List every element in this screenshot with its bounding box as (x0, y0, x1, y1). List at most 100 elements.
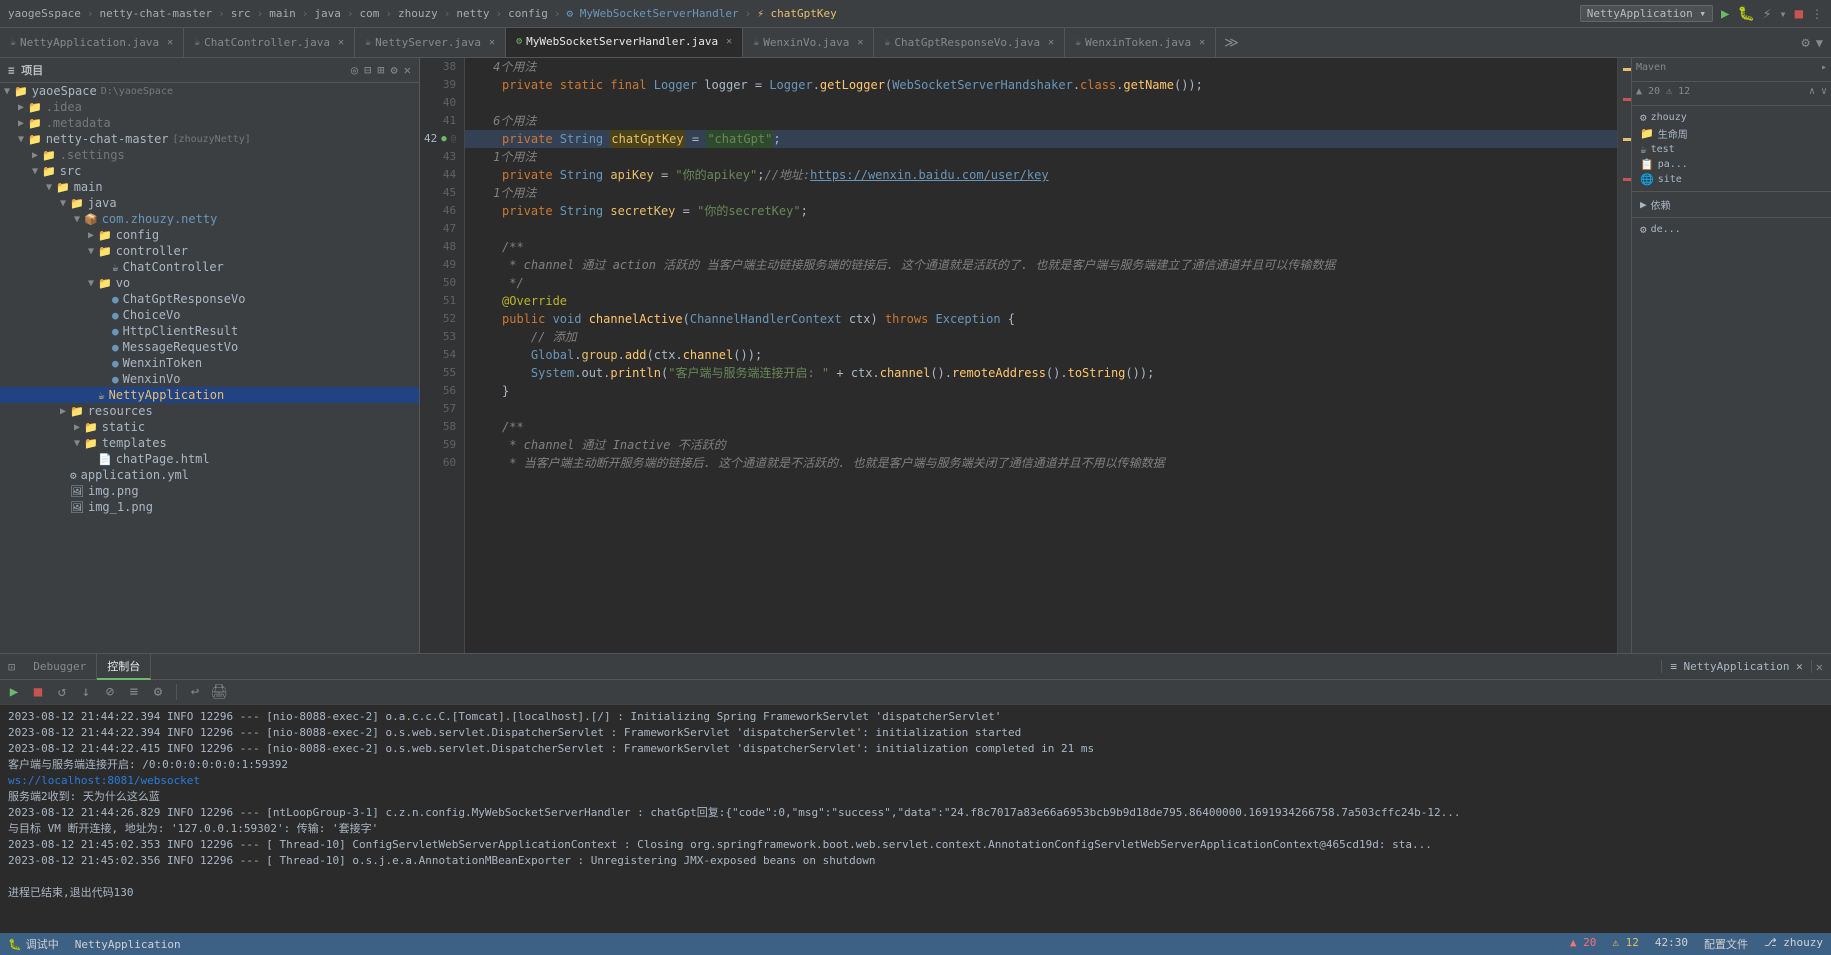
tree-item-static[interactable]: ▶ 📁 static (0, 419, 419, 435)
tab-close-wenxintoken[interactable]: ✕ (1199, 37, 1205, 48)
close-bottom-panel[interactable]: ✕ (1816, 660, 1823, 674)
tree-item-package[interactable]: ▼ 📦 com.zhouzy.netty (0, 211, 419, 227)
right-item-gear[interactable]: ⚙ de... (1636, 222, 1827, 237)
right-item-test[interactable]: ☕ test (1636, 142, 1827, 157)
right-item-yilai[interactable]: ▶ 依赖 (1636, 196, 1827, 213)
right-item-site[interactable]: 🌐 site (1636, 172, 1827, 187)
tab-close-chatgptvo[interactable]: ✕ (1048, 37, 1054, 48)
locate-file-icon[interactable]: ◎ (351, 63, 358, 77)
right-item-pa[interactable]: 📋 pa... (1636, 157, 1827, 172)
scroll-end-btn[interactable]: ↓ (76, 682, 96, 702)
softrap-btn[interactable]: ↩ (185, 682, 205, 702)
tab-close-nettyapplication[interactable]: ✕ (167, 37, 173, 48)
tree-item-chatpage[interactable]: 📄 chatPage.html (0, 451, 419, 467)
tree-item-controller[interactable]: ▼ 📁 controller (0, 243, 419, 259)
java-icon-6: ☕ (884, 37, 890, 48)
tree-item-settings[interactable]: ▶ 📁 .settings (0, 147, 419, 163)
tree-item-appyml[interactable]: ⚙ application.yml (0, 467, 419, 483)
tree-item-vo[interactable]: ▼ 📁 vo (0, 275, 419, 291)
tree-item-netty-master[interactable]: ▼ 📁 netty-chat-master [zhouzyNetty] (0, 131, 419, 147)
print-btn[interactable]: 🖨 (209, 682, 229, 702)
breadcrumb-yaoespace[interactable]: yaogeSspace (8, 7, 81, 20)
tree-item-resources[interactable]: ▶ 📁 resources (0, 403, 419, 419)
breadcrumb-netty[interactable]: netty-chat-master (99, 7, 212, 20)
tab-nettyapplication[interactable]: ☕ NettyApplication.java ✕ (0, 28, 184, 58)
tab-more-button[interactable]: ≫ (1216, 35, 1247, 51)
bottom-tab-console[interactable]: 控制台 (97, 654, 151, 680)
session-tab[interactable]: ≡ NettyApplication ✕ (1661, 660, 1811, 673)
run-button[interactable]: ▶ (1721, 6, 1729, 22)
stop-button[interactable]: ■ (1795, 6, 1803, 22)
warn-count[interactable]: ⚠ 12 (1612, 936, 1639, 952)
breadcrumb-key[interactable]: ⚡ chatGptKey (757, 7, 836, 20)
breadcrumb-handler[interactable]: ⚙ MyWebSocketServerHandler (566, 7, 738, 20)
branch[interactable]: ⎇ zhouzy (1764, 936, 1823, 952)
breadcrumb-netty2[interactable]: netty (456, 7, 489, 20)
tree-item-idea[interactable]: ▶ 📁 .idea (0, 99, 419, 115)
tree-item-java[interactable]: ▼ 📁 java (0, 195, 419, 211)
console-icon[interactable]: ⊡ (8, 660, 15, 674)
tab-close-nettyserver[interactable]: ✕ (489, 37, 495, 48)
code-content[interactable]: 4个用法 private static final Logger logger … (465, 58, 1617, 653)
editor-settings-button[interactable]: ⚙ (1801, 35, 1809, 51)
tab-chatgptresponsevo[interactable]: ☕ ChatGptResponseVo.java ✕ (874, 28, 1065, 58)
breadcrumb-src[interactable]: src (231, 7, 251, 20)
settings-tool-btn[interactable]: ⚙ (148, 682, 168, 702)
tab-chatcontroller[interactable]: ☕ ChatController.java ✕ (184, 28, 355, 58)
close-sidebar-icon[interactable]: ✕ (404, 63, 411, 77)
debug-button[interactable]: 🐛 (1737, 6, 1754, 22)
bottom-tab-debugger[interactable]: Debugger (23, 654, 97, 680)
tree-item-yaoespace[interactable]: ▼ 📁 yaoeSpace D:\yaoeSpace (0, 83, 419, 99)
breadcrumb-config[interactable]: config (508, 7, 548, 20)
tab-label-5: WenxinVo.java (763, 36, 849, 49)
tab-wenxinvo[interactable]: ☕ WenxinVo.java ✕ (743, 28, 874, 58)
breadcrumb-zhouzy[interactable]: zhouzy (398, 7, 438, 20)
expand-all-icon[interactable]: ⊞ (377, 63, 384, 77)
tab-mywebsockethandler[interactable]: ⚙ MyWebSocketServerHandler.java ✕ (506, 28, 743, 58)
tree-item-httpclientresult[interactable]: ● HttpClientResult (0, 323, 419, 339)
tree-item-metadata[interactable]: ▶ 📁 .metadata (0, 115, 419, 131)
collapse-all-icon[interactable]: ⊟ (364, 63, 371, 77)
breadcrumb-com[interactable]: com (359, 7, 379, 20)
code-scroll[interactable]: 38 39 40 41 42 ● @ 43 44 45 46 47 48 49 … (420, 58, 1631, 653)
tab-close-chat[interactable]: ✕ (338, 37, 344, 48)
clear-console-btn[interactable]: ⊘ (100, 682, 120, 702)
tree-item-src[interactable]: ▼ 📁 src (0, 163, 419, 179)
collapse-button[interactable]: ▼ (1816, 36, 1823, 50)
more-run-options[interactable]: ▾ (1779, 7, 1786, 21)
filter-btn[interactable]: ≡ (124, 682, 144, 702)
run-config-dropdown[interactable]: NettyApplication ▾ (1580, 5, 1713, 22)
console-output[interactable]: 2023-08-12 21:44:22.394 INFO 12296 --- [… (0, 705, 1831, 933)
stop-tool-btn[interactable]: ■ (28, 682, 48, 702)
tree-item-chatcontroller[interactable]: ☕ ChatController (0, 259, 419, 275)
tree-item-wenxintoken[interactable]: ● WenxinToken (0, 355, 419, 371)
tree-item-img1[interactable]: 🖼 img_1.png (0, 499, 419, 515)
extra-tools[interactable]: ⋮ (1811, 7, 1823, 21)
breadcrumb-java[interactable]: java (314, 7, 341, 20)
tab-nettyserver[interactable]: ☕ NettyServer.java ✕ (355, 28, 506, 58)
console-line-12: 进程已结束,退出代码130 (8, 885, 1823, 901)
tree-item-choicevo[interactable]: ● ChoiceVo (0, 307, 419, 323)
tree-item-messagerequestvo[interactable]: ● MessageRequestVo (0, 339, 419, 355)
tree-item-main[interactable]: ▼ 📁 main (0, 179, 419, 195)
tab-wenxintoken[interactable]: ☕ WenxinToken.java ✕ (1065, 28, 1216, 58)
settings-icon[interactable]: ⚙ (391, 63, 398, 77)
breadcrumb-main[interactable]: main (269, 7, 296, 20)
right-item-shengchang[interactable]: 📁 生命周 (1636, 125, 1827, 142)
status-netty[interactable]: NettyApplication (75, 938, 181, 951)
run-tool-btn[interactable]: ▶ (4, 682, 24, 702)
encoding[interactable]: 配置文件 (1704, 936, 1748, 952)
console-line-8: 与目标 VM 断开连接, 地址为: '127.0.0.1:59302': 传输:… (8, 821, 1823, 837)
error-count[interactable]: ▲ 20 (1570, 936, 1597, 952)
tree-item-img[interactable]: 🖼 img.png (0, 483, 419, 499)
tree-item-templates[interactable]: ▼ 📁 templates (0, 435, 419, 451)
right-item-zhouzhy[interactable]: ⚙ zhouzy (1636, 110, 1827, 125)
tree-item-chatgptresponsevo[interactable]: ● ChatGptResponseVo (0, 291, 419, 307)
tree-item-config[interactable]: ▶ 📁 config (0, 227, 419, 243)
tab-close-myhandler[interactable]: ✕ (726, 36, 732, 47)
tree-item-wenxinvo[interactable]: ● WenxinVo (0, 371, 419, 387)
tree-item-nettyapplication[interactable]: ☕ NettyApplication (0, 387, 419, 403)
tab-close-wenxinvo[interactable]: ✕ (857, 37, 863, 48)
rerun-tool-btn[interactable]: ↺ (52, 682, 72, 702)
coverage-button[interactable]: ⚡ (1763, 6, 1771, 22)
